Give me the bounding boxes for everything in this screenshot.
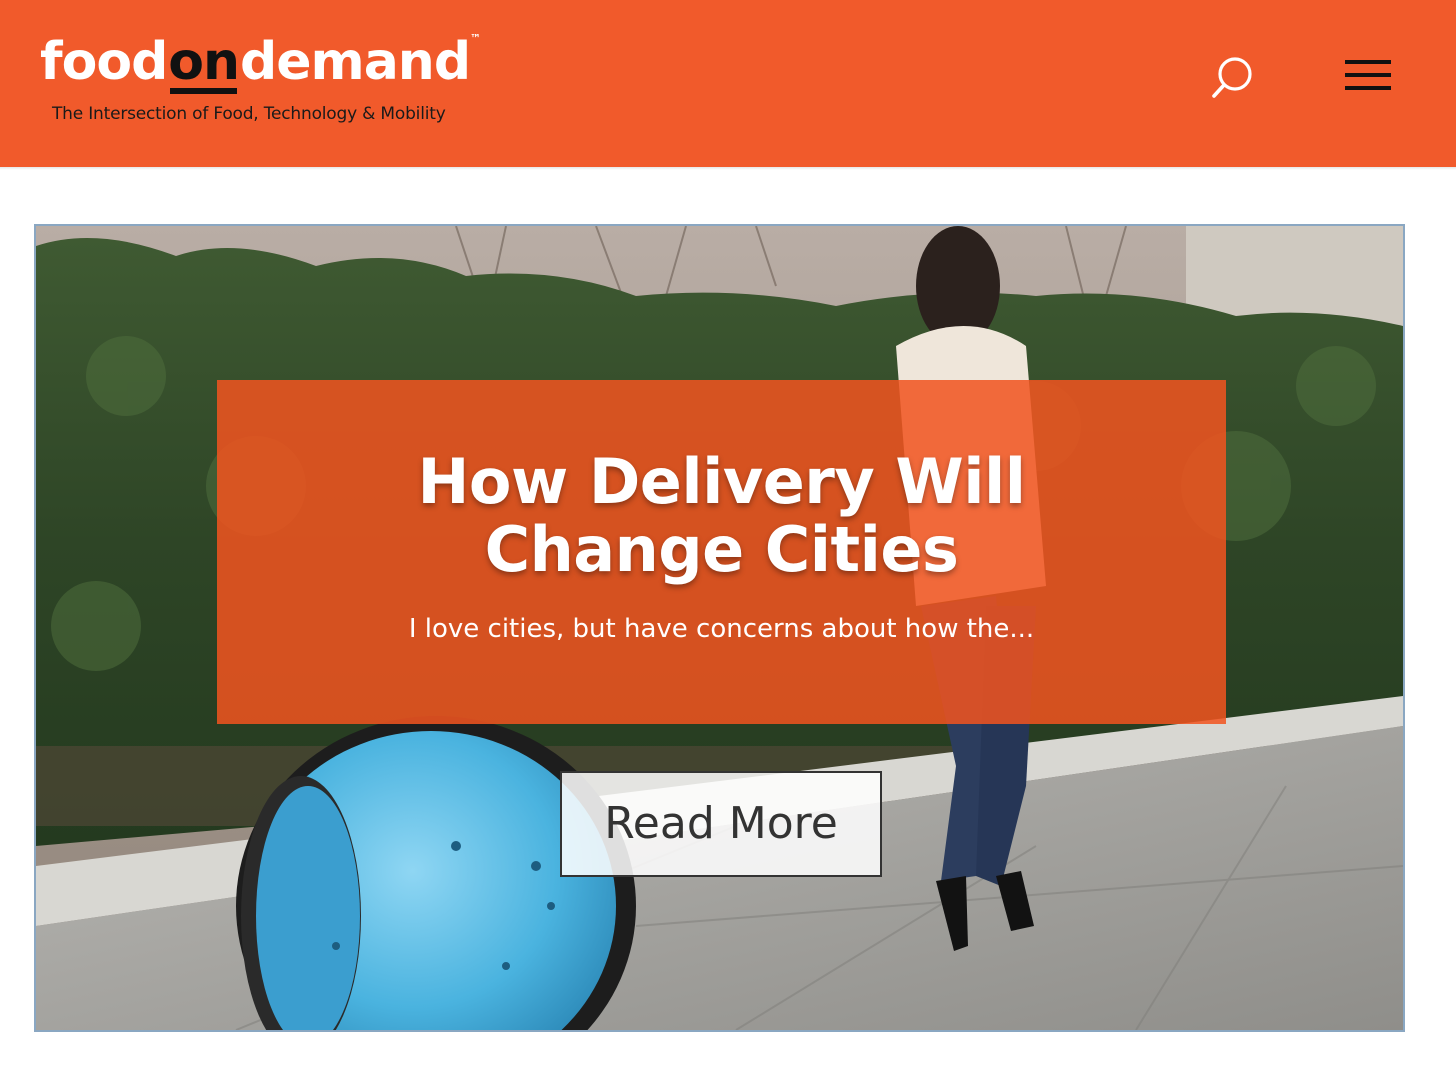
menu-bar-top: [1345, 60, 1391, 64]
site-header: foodondemand ™ The Intersection of Food,…: [0, 0, 1456, 167]
post-excerpt: I love cities, but have concerns about h…: [408, 614, 1035, 644]
logo-text-demand: demand: [240, 32, 471, 92]
featured-post-hero[interactable]: How Delivery Will Change Cities I love ci…: [34, 224, 1405, 1032]
read-more-button[interactable]: Read More: [560, 771, 882, 877]
menu-bar-middle: [1345, 73, 1391, 77]
logo-text-on: on: [168, 32, 240, 94]
site-logo[interactable]: foodondemand ™ The Intersection of Food,…: [40, 30, 500, 135]
post-summary-card: How Delivery Will Change Cities I love ci…: [217, 380, 1226, 724]
post-title[interactable]: How Delivery Will Change Cities: [217, 448, 1226, 584]
search-icon: [1212, 57, 1252, 98]
menu-bar-bottom: [1345, 86, 1391, 90]
header-shadow: [0, 167, 1456, 170]
logo-text-food: food: [40, 32, 168, 92]
logo-tagline: The Intersection of Food, Technology & M…: [52, 104, 446, 124]
logo-wordmark: foodondemand: [40, 30, 471, 94]
hamburger-menu-button[interactable]: [1340, 52, 1398, 98]
logo-trademark: ™: [470, 32, 481, 45]
search-button[interactable]: [1205, 52, 1261, 104]
